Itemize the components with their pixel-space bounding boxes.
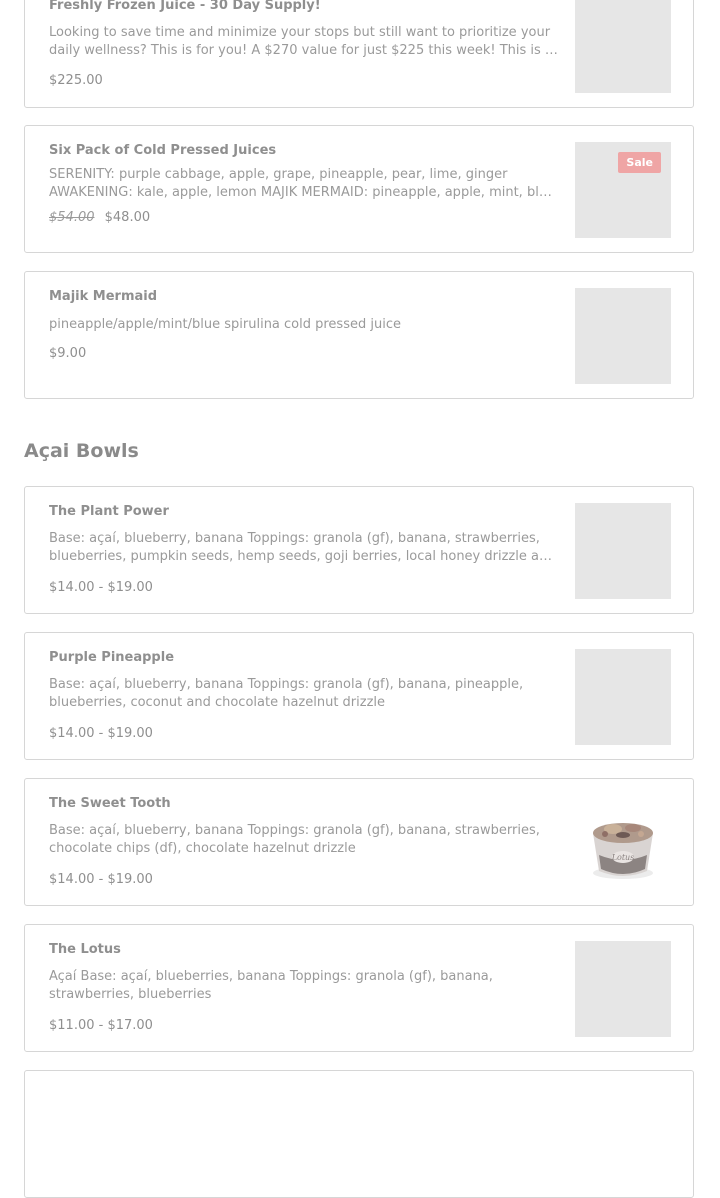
menu-item-image [575, 941, 671, 1037]
menu-item-card[interactable] [24, 1070, 694, 1198]
menu-item-card[interactable]: Six Pack of Cold Pressed Juices SERENITY… [24, 125, 694, 253]
menu-item-card[interactable]: The Lotus Açaí Base: açaí, blueberries, … [24, 924, 694, 1052]
menu-item-card[interactable]: The Sweet Tooth Base: açaí, blueberry, b… [24, 778, 694, 906]
menu-item-price: $11.00 - $17.00 [49, 1018, 153, 1033]
menu-item-image: Sale [575, 142, 671, 238]
menu-item-price: $14.00 - $19.00 [49, 872, 153, 887]
menu-item-image [575, 649, 671, 745]
menu-item-price: $54.00 $48.00 [49, 210, 150, 225]
bowl-logo-text: Lotus [611, 853, 635, 862]
sale-badge: Sale [618, 152, 661, 173]
original-price: $54.00 [49, 210, 95, 225]
menu-item-name: The Plant Power [49, 504, 169, 519]
menu-item-description: Base: açaí, blueberry, banana Toppings: … [49, 677, 524, 710]
menu-item-description: Base: açaí, blueberry, banana Toppings: … [49, 823, 540, 856]
menu-item-name: Purple Pineapple [49, 650, 175, 665]
menu-item-description: Açaí Base: açaí, blueberries, banana Top… [49, 969, 493, 1002]
menu-item-description: pineapple/apple/mint/blue spirulina cold… [49, 317, 401, 332]
menu-item-name: Freshly Frozen Juice - 30 Day Supply! [49, 0, 321, 13]
menu-item-name: The Sweet Tooth [49, 796, 171, 811]
menu-item-price: $9.00 [49, 346, 87, 361]
menu-item-name: Majik Mermaid [49, 289, 158, 304]
menu-item-description: Base: açaí, blueberry, banana Toppings: … [49, 531, 556, 564]
menu-item-price: $14.00 - $19.00 [49, 580, 153, 595]
menu-item-name: Six Pack of Cold Pressed Juices [49, 143, 277, 158]
menu-item-card[interactable]: Freshly Frozen Juice - 30 Day Supply! Lo… [24, 0, 694, 108]
menu-item-image [575, 503, 671, 599]
menu-item-image [575, 0, 671, 93]
menu-item-price: $14.00 - $19.00 [49, 726, 153, 741]
menu-item-card[interactable]: Purple Pineapple Base: açaí, blueberry, … [24, 632, 694, 760]
menu-item-name: The Lotus [49, 942, 121, 957]
acai-bowl-image: Lotus [593, 823, 653, 879]
menu-item-image: Lotus [575, 795, 671, 891]
sale-price: $48.00 [104, 210, 151, 225]
menu-item-card[interactable]: The Plant Power Base: açaí, blueberry, b… [24, 486, 694, 614]
menu-item-image [575, 288, 671, 384]
menu-item-card[interactable]: Majik Mermaid pineapple/apple/mint/blue … [24, 271, 694, 399]
menu-item-description: SERENITY: purple cabbage, apple, grape, … [49, 167, 556, 200]
menu-item-price: $225.00 [49, 73, 103, 88]
section-title: Açai Bowls [24, 440, 139, 462]
menu-item-description: Looking to save time and minimize your s… [49, 25, 553, 58]
